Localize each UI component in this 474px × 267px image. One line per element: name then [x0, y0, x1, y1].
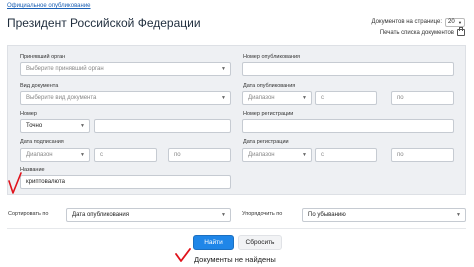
name-input[interactable]: криптовалюта — [20, 175, 231, 189]
chevron-down-icon: ▼ — [302, 152, 307, 158]
sort-label: Сортировать по — [8, 211, 49, 217]
reg-number-label: Номер регистрации — [243, 111, 294, 117]
breadcrumb-link[interactable]: Официальное опубликование — [7, 3, 91, 9]
doc-type-placeholder: Выберите вид документа — [26, 95, 97, 101]
sign-date-to: по — [174, 152, 181, 158]
chevron-down-icon: ▼ — [221, 95, 226, 101]
doc-type-select[interactable]: Выберите вид документа ▼ — [20, 91, 231, 105]
list-controls: Документов на странице: 20 ▼ Печать спис… — [355, 17, 465, 37]
search-status: Документы не найдены — [194, 255, 276, 264]
sign-date-mode: Диапазон — [26, 152, 53, 158]
pub-date-from-input[interactable]: с — [315, 91, 377, 105]
sign-date-label: Дата подписания — [20, 139, 64, 145]
pub-date-to: по — [397, 95, 404, 101]
page-title: Президент Российской Федерации — [7, 16, 201, 30]
sort-select[interactable]: Дата опубликования ▼ — [66, 208, 231, 222]
name-label: Название — [20, 167, 45, 173]
reg-date-label: Дата регистрации — [243, 139, 289, 145]
organ-select[interactable]: Выберите принявший орган ▼ — [20, 62, 231, 76]
doc-type-label: Вид документа — [20, 83, 59, 89]
number-mode-select[interactable]: Точно ▼ — [20, 119, 90, 133]
divider — [7, 228, 466, 229]
pub-date-to-input[interactable]: по — [391, 91, 454, 105]
chevron-down-icon: ▼ — [456, 212, 461, 218]
number-input[interactable] — [94, 119, 231, 133]
pub-date-mode-select[interactable]: Диапазон ▼ — [242, 91, 312, 105]
chevron-down-icon: ▼ — [80, 152, 85, 158]
sign-date-to-input[interactable]: по — [168, 148, 231, 162]
organ-label: Принявший орган — [20, 54, 66, 60]
chevron-down-icon: ▼ — [80, 123, 85, 129]
per-page-label: Документов на странице: — [371, 19, 442, 25]
checkmark-icon — [175, 248, 191, 262]
per-page-row: Документов на странице: 20 ▼ — [355, 17, 465, 27]
checkmark-icon — [8, 172, 22, 194]
order-value: По убыванию — [308, 212, 346, 218]
reg-date-from-input[interactable]: с — [315, 148, 377, 162]
number-label: Номер — [20, 111, 37, 117]
order-label: Упорядочить по — [242, 211, 283, 217]
print-label: Печать списка документов — [379, 29, 454, 36]
reg-date-mode-select[interactable]: Диапазон ▼ — [242, 148, 312, 162]
per-page-value: 20 — [448, 19, 455, 25]
print-list-button[interactable]: Печать списка документов — [355, 27, 465, 37]
pub-date-mode: Диапазон — [248, 95, 275, 101]
sign-date-from: с — [100, 152, 103, 158]
name-value: криптовалюта — [26, 179, 65, 185]
chevron-down-icon: ▼ — [302, 95, 307, 101]
order-select[interactable]: По убыванию ▼ — [302, 208, 466, 222]
pub-date-from: с — [321, 95, 324, 101]
sign-date-mode-select[interactable]: Диапазон ▼ — [20, 148, 90, 162]
number-mode: Точно — [26, 123, 43, 129]
reset-button[interactable]: Сбросить — [238, 235, 282, 250]
pub-number-input[interactable] — [242, 62, 454, 76]
pub-number-label: Номер опубликования — [243, 54, 301, 60]
organ-placeholder: Выберите принявший орган — [26, 66, 104, 72]
reg-date-from: с — [321, 152, 324, 158]
chevron-down-icon: ▼ — [458, 19, 462, 25]
sort-value: Дата опубликования — [72, 212, 130, 218]
per-page-select[interactable]: 20 ▼ — [445, 17, 465, 27]
reg-date-mode: Диапазон — [248, 152, 275, 158]
chevron-down-icon: ▼ — [221, 66, 226, 72]
reg-date-to-input[interactable]: по — [391, 148, 454, 162]
find-button[interactable]: Найти — [193, 235, 234, 250]
reg-number-input[interactable] — [242, 119, 454, 133]
printer-icon — [457, 27, 465, 36]
pub-date-label: Дата опубликования — [243, 83, 296, 89]
chevron-down-icon: ▼ — [221, 212, 226, 218]
reg-date-to: по — [397, 152, 404, 158]
sign-date-from-input[interactable]: с — [94, 148, 157, 162]
